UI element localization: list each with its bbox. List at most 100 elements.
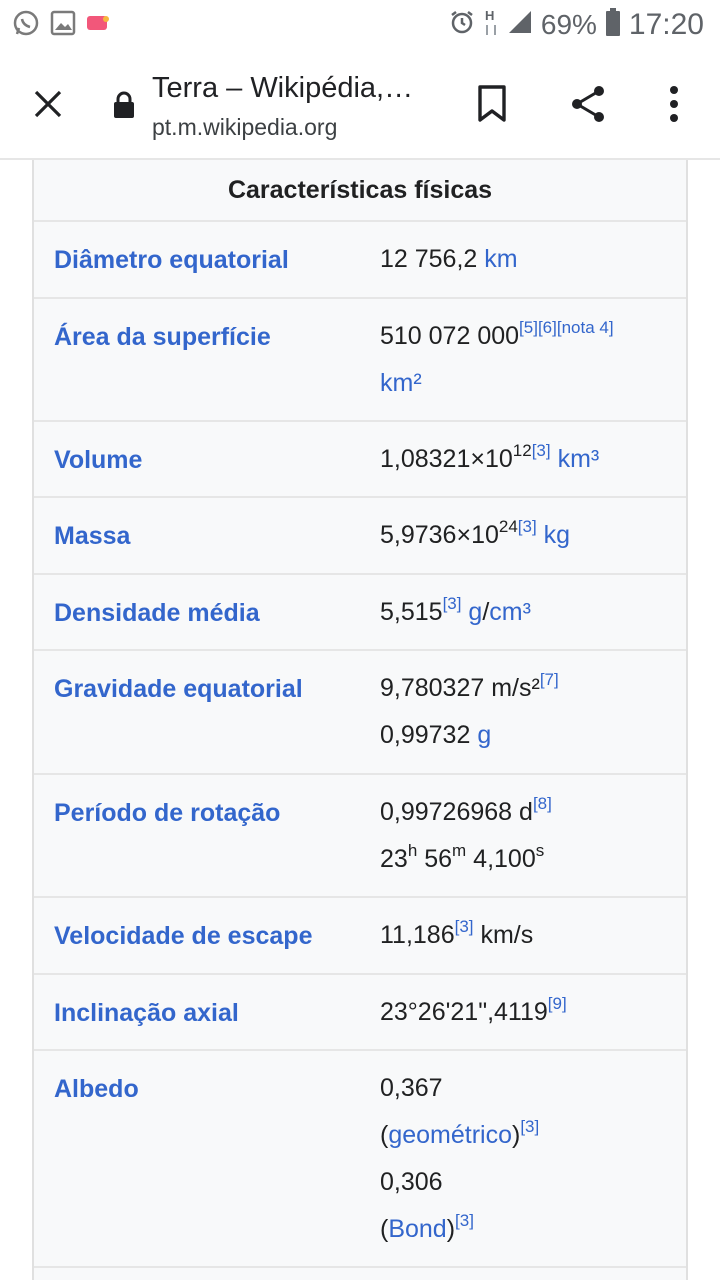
share-button[interactable]	[562, 80, 614, 132]
unit-g-link[interactable]: g	[468, 598, 482, 626]
data-h-icon: H	[483, 7, 499, 44]
unit-km3-link[interactable]: km³	[558, 445, 600, 473]
value-massa-exponent: 24	[498, 516, 518, 536]
paren-close: )	[446, 1215, 456, 1243]
custom-tab-toolbar: Terra – Wikipédia,… pt.m.wikipedia.org	[0, 50, 720, 160]
infobox-row-diametro: Diâmetro equatorial 12 756,2 km	[34, 222, 686, 299]
ref-3-link[interactable]: [3]	[518, 517, 537, 536]
status-bar-system: H 69% 17:20	[449, 6, 704, 44]
unit-km-link[interactable]: km	[484, 245, 517, 273]
unit-kg-link[interactable]: kg	[544, 521, 570, 549]
ref-9-link[interactable]: [9]	[548, 994, 567, 1013]
ref-3-link[interactable]: [3]	[443, 594, 462, 613]
infobox-row-rotacao: Período de rotação 0,99726968 d[8] 23h 5…	[34, 775, 686, 898]
more-vert-icon	[669, 85, 679, 127]
value-gravidade-ms2: 9,780327 m/s²	[380, 674, 540, 702]
more-options-button[interactable]	[648, 80, 700, 132]
value-volume-exponent: 12	[512, 440, 532, 460]
ref-8-link[interactable]: [8]	[533, 794, 552, 813]
value-volume-mantissa: 1,08321×10	[380, 445, 513, 473]
value-densidade-number: 5,515	[380, 598, 443, 626]
label-escape-link[interactable]: Velocidade de escape	[34, 898, 360, 973]
label-rotacao-link[interactable]: Período de rotação	[34, 775, 360, 896]
value-massa: 5,9736×1024[3] kg	[360, 492, 686, 573]
value-massa-mantissa: 5,9736×10	[380, 521, 499, 549]
battery-percent: 69%	[540, 9, 597, 40]
infobox-row-escape: Velocidade de escape 11,186[3] km/s	[34, 898, 686, 975]
infobox-row-albedo: Albedo 0,367 (geométrico)[3] 0,306 (Bond…	[34, 1051, 686, 1268]
label-inclinacao-link[interactable]: Inclinação axial	[34, 975, 360, 1049]
label-diametro-link[interactable]: Diâmetro equatorial	[34, 222, 360, 297]
label-albedo-link[interactable]: Albedo	[34, 1051, 360, 1266]
value-rotacao-days: 0,99726968 d	[380, 798, 533, 826]
label-volume-link[interactable]: Volume	[34, 422, 360, 496]
ref-6-link[interactable]: [6]	[538, 318, 557, 337]
ref-nota-4-link[interactable]: [nota 4]	[557, 318, 614, 337]
page-url: pt.m.wikipedia.org	[152, 114, 338, 140]
value-densidade: 5,515[3] g/cm³	[360, 569, 686, 649]
status-bar-notifications	[12, 10, 110, 40]
value-escape-number: 11,186	[380, 921, 455, 949]
ref-3-link[interactable]: [3]	[520, 1117, 539, 1136]
notification-app-icon	[86, 13, 110, 38]
svg-text:H: H	[485, 8, 494, 23]
infobox-row-densidade: Densidade média 5,515[3] g/cm³	[34, 575, 686, 651]
label-densidade-link[interactable]: Densidade média	[34, 575, 360, 649]
value-inclinacao-number: 23°26'21",4119	[380, 998, 548, 1026]
value-albedo: 0,367 (geométrico)[3] 0,306 (Bond)[3]	[360, 1045, 686, 1266]
label-gravidade-link[interactable]: Gravidade equatorial	[34, 651, 360, 773]
ref-3-link[interactable]: [3]	[455, 917, 474, 936]
value-area: 510 072 000[5][6][nota 4] km²	[360, 293, 686, 420]
label-massa-link[interactable]: Massa	[34, 498, 360, 573]
infobox-physical-characteristics: Características físicas Diâmetro equator…	[32, 160, 688, 1280]
value-volume: 1,08321×1012[3] km³	[360, 416, 686, 496]
unit-km2-link[interactable]: km²	[380, 369, 422, 397]
clock: 17:20	[628, 8, 704, 41]
value-gravidade: 9,780327 m/s²[7] 0,99732 g	[360, 645, 686, 773]
value-rotacao: 0,99726968 d[8] 23h 56m 4,100s	[360, 769, 686, 896]
value-albedo-geometric: 0,367	[380, 1074, 443, 1102]
ref-3-link[interactable]: [3]	[455, 1211, 474, 1230]
close-icon	[33, 89, 63, 124]
whatsapp-icon	[12, 9, 40, 42]
ref-3-link[interactable]: [3]	[532, 441, 551, 460]
value-albedo-bond: 0,306	[380, 1168, 443, 1196]
unit-m-sup: m	[452, 840, 467, 860]
page-title: Terra – Wikipédia,…	[152, 72, 414, 104]
unit-g-link[interactable]: g	[477, 721, 491, 749]
ref-7-link[interactable]: [7]	[540, 670, 559, 689]
status-bar: H 69% 17:20	[0, 0, 720, 50]
unit-h-sup: h	[407, 840, 418, 860]
infobox-row-gravidade: Gravidade equatorial 9,780327 m/s²[7] 0,…	[34, 651, 686, 775]
label-area-link[interactable]: Área da superfície	[34, 299, 360, 420]
gallery-icon	[50, 10, 76, 41]
value-diametro: 12 756,2 km	[360, 216, 686, 297]
close-button[interactable]	[22, 80, 74, 132]
infobox-row-inclinacao: Inclinação axial 23°26'21",4119[9]	[34, 975, 686, 1051]
value-area-number: 510 072 000	[380, 322, 520, 350]
value-rotacao-seconds: 4,100	[473, 845, 536, 873]
value-inclinacao: 23°26'21",4119[9]	[360, 969, 686, 1049]
infobox-row-area: Área da superfície 510 072 000[5][6][not…	[34, 299, 686, 422]
unit-s-sup: s	[535, 840, 545, 860]
bookmark-icon	[477, 84, 507, 128]
value-rotacao-hours: 23	[380, 845, 408, 873]
bookmark-button[interactable]	[470, 80, 514, 132]
unit-kms: km/s	[480, 921, 534, 949]
bond-link[interactable]: Bond	[388, 1215, 446, 1243]
unit-cm3-link[interactable]: cm³	[489, 598, 531, 626]
share-icon	[568, 84, 608, 129]
infobox-row-volume: Volume 1,08321×1012[3] km³	[34, 422, 686, 498]
battery-icon	[605, 7, 621, 43]
value-diametro-number: 12 756,2	[380, 245, 478, 273]
lock-icon	[112, 90, 136, 120]
infobox-header: Características físicas	[34, 160, 686, 222]
value-escape: 11,186[3] km/s	[360, 892, 686, 973]
value-gravidade-g: 0,99732	[380, 721, 471, 749]
geometrico-link[interactable]: geométrico	[388, 1121, 512, 1149]
alarm-icon	[449, 9, 475, 42]
value-rotacao-minutes: 56	[424, 845, 453, 873]
signal-icon	[507, 9, 533, 42]
ref-5-link[interactable]: [5]	[519, 318, 538, 337]
infobox-row-massa: Massa 5,9736×1024[3] kg	[34, 498, 686, 575]
